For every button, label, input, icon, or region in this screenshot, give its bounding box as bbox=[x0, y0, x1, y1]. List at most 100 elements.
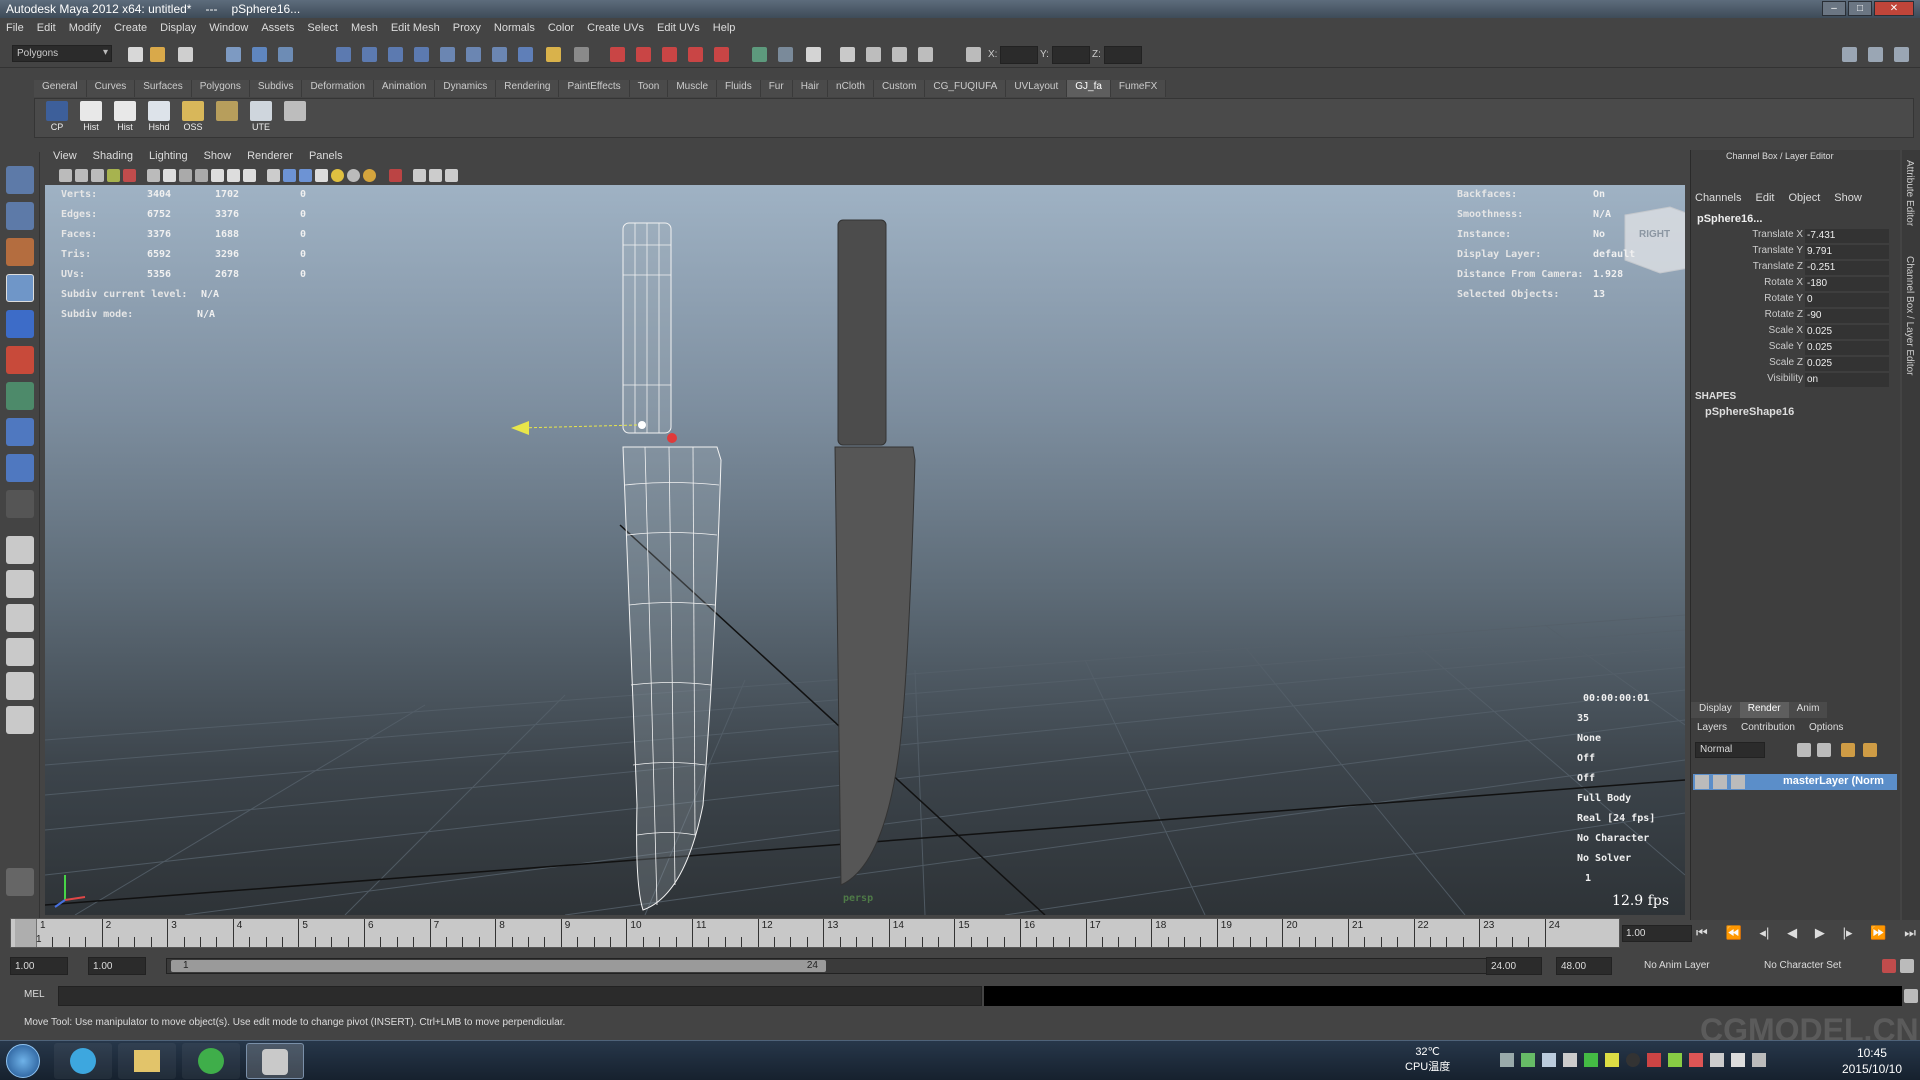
contribution-menu[interactable]: Contribution bbox=[1741, 722, 1795, 733]
step-back-key-icon[interactable]: ◂| bbox=[1759, 925, 1769, 943]
viewport-menu-panels[interactable]: Panels bbox=[309, 150, 343, 166]
blend-mode-select[interactable]: Normal bbox=[1695, 742, 1765, 758]
menu-display[interactable]: Display bbox=[160, 22, 196, 34]
snap-point-icon[interactable] bbox=[388, 47, 403, 62]
channels-show-menu[interactable]: Show bbox=[1834, 192, 1862, 204]
range-bar[interactable]: 1 24 bbox=[166, 958, 1492, 974]
layer-tab-render[interactable]: Render bbox=[1739, 702, 1789, 718]
x-field[interactable] bbox=[1000, 46, 1038, 64]
step-forward-icon[interactable]: ⏩ bbox=[1870, 925, 1886, 943]
single-perspective-layout-icon[interactable] bbox=[6, 536, 34, 564]
shelf-tab[interactable]: CG_FUQIUFA bbox=[925, 80, 1007, 97]
viewport-menu-renderer[interactable]: Renderer bbox=[247, 150, 293, 166]
show-channel-box-toggle-icon[interactable] bbox=[1894, 47, 1909, 62]
menu-normals[interactable]: Normals bbox=[494, 22, 535, 34]
safe-title-icon[interactable] bbox=[243, 169, 256, 182]
shelf-button-uv[interactable] bbox=[281, 101, 309, 137]
grid-icon[interactable] bbox=[147, 169, 160, 182]
shelf-tab[interactable]: Polygons bbox=[191, 80, 250, 97]
camera-attributes-icon[interactable] bbox=[75, 169, 88, 182]
viewport-menu-show[interactable]: Show bbox=[204, 150, 232, 166]
channels-object-menu[interactable]: Object bbox=[1788, 192, 1820, 204]
field-chart-icon[interactable] bbox=[211, 169, 224, 182]
move-tool-icon[interactable] bbox=[6, 274, 34, 302]
layers-menu[interactable]: Layers bbox=[1697, 722, 1727, 733]
shelf-tab[interactable]: Toon bbox=[629, 80, 669, 97]
wireframe-on-shaded-icon[interactable] bbox=[299, 169, 312, 182]
go-to-start-icon[interactable]: ⏮ bbox=[1696, 925, 1708, 943]
start-button-icon[interactable] bbox=[6, 1044, 40, 1078]
render-view-icon[interactable] bbox=[714, 47, 729, 62]
qq-icon[interactable] bbox=[1626, 1053, 1640, 1067]
animation-start-field[interactable]: 1.00 bbox=[10, 957, 68, 975]
isolate-select-icon[interactable] bbox=[389, 169, 402, 182]
shelf-tab[interactable]: Custom bbox=[873, 80, 926, 97]
anim-layer-select[interactable]: No Anim Layer bbox=[1640, 957, 1740, 975]
play-backward-icon[interactable]: ◀ bbox=[1787, 925, 1797, 943]
scale-tool-icon[interactable] bbox=[6, 346, 34, 374]
maximize-button[interactable]: □ bbox=[1848, 1, 1872, 16]
render-layer-icon[interactable] bbox=[1841, 743, 1855, 757]
all-lights-icon[interactable] bbox=[347, 169, 360, 182]
shelf-tab[interactable]: Animation bbox=[373, 80, 436, 97]
paint-select-tool-icon[interactable] bbox=[6, 238, 34, 266]
snap-curve-icon[interactable] bbox=[362, 47, 377, 62]
make-live-icon[interactable] bbox=[440, 47, 455, 62]
viewport-menu-shading[interactable]: Shading bbox=[93, 150, 133, 166]
layer-tab-display[interactable]: Display bbox=[1691, 702, 1740, 718]
playback-end-field[interactable]: 24.00 bbox=[1486, 957, 1542, 975]
step-back-icon[interactable]: ⏪ bbox=[1725, 925, 1741, 943]
menu-edit-uvs[interactable]: Edit UVs bbox=[657, 22, 700, 34]
master-layer-row[interactable]: masterLayer (Norm bbox=[1693, 774, 1897, 790]
shadows-icon[interactable] bbox=[363, 169, 376, 182]
y-field[interactable] bbox=[1052, 46, 1090, 64]
sidebar-icon[interactable] bbox=[840, 47, 855, 62]
command-input[interactable] bbox=[58, 986, 982, 1006]
taskbar-maya-icon[interactable] bbox=[246, 1043, 304, 1079]
menu-edit[interactable]: Edit bbox=[37, 22, 56, 34]
shelf-tab[interactable]: General bbox=[34, 80, 87, 97]
script-editor-icon[interactable] bbox=[1904, 989, 1918, 1003]
flag-icon[interactable] bbox=[1752, 1053, 1766, 1067]
volume-icon[interactable] bbox=[1731, 1053, 1745, 1067]
shelf-tab[interactable]: UVLayout bbox=[1006, 80, 1068, 97]
render-settings-layer-icon[interactable] bbox=[1863, 743, 1877, 757]
channels-menu[interactable]: Channels bbox=[1695, 192, 1741, 204]
selected-object-name[interactable]: pSphere16... bbox=[1697, 213, 1762, 225]
four-view-layout-icon[interactable] bbox=[6, 570, 34, 598]
snap-grid-icon[interactable] bbox=[336, 47, 351, 62]
z-field[interactable] bbox=[1104, 46, 1142, 64]
taskbar-app-green-icon[interactable] bbox=[182, 1043, 240, 1079]
command-language-label[interactable]: MEL bbox=[24, 989, 45, 1000]
minimize-button[interactable]: – bbox=[1822, 1, 1846, 16]
viewport-menu-view[interactable]: View bbox=[53, 150, 77, 166]
brush-tool-icon[interactable] bbox=[6, 868, 34, 896]
taskbar-app-browser-icon[interactable] bbox=[54, 1043, 112, 1079]
menu-help[interactable]: Help bbox=[713, 22, 736, 34]
channel-translate-z[interactable]: Translate Z -0.251 bbox=[1691, 261, 1901, 276]
select-hierarchy-icon[interactable] bbox=[226, 47, 241, 62]
soft-modification-icon[interactable] bbox=[6, 418, 34, 446]
xray-icon[interactable] bbox=[413, 169, 426, 182]
show-tool-settings-toggle-icon[interactable] bbox=[1868, 47, 1883, 62]
tray-app-icon[interactable] bbox=[1668, 1053, 1682, 1067]
shelf-button-ute[interactable]: UTE bbox=[247, 101, 275, 137]
tray-app-icon[interactable] bbox=[1563, 1053, 1577, 1067]
shelf-tab[interactable]: Deformation bbox=[302, 80, 374, 97]
open-scene-icon[interactable] bbox=[150, 47, 165, 62]
network-icon[interactable] bbox=[1710, 1053, 1724, 1067]
time-slider[interactable]: 1 2 3 4 5 6 7 8 9 10 11 12 13 14 15 16 17 18 19 20 21 22 23 24 … bbox=[10, 918, 1620, 948]
construction-history-icon[interactable] bbox=[574, 47, 589, 62]
channel-rotate-z[interactable]: Rotate Z -90 bbox=[1691, 309, 1901, 324]
shelf-tab[interactable]: Fluids bbox=[717, 80, 761, 97]
input-output-icon[interactable] bbox=[492, 47, 507, 62]
snap-plane-icon[interactable] bbox=[414, 47, 429, 62]
camera-lock-icon[interactable] bbox=[123, 169, 136, 182]
shelf-button-books[interactable] bbox=[213, 101, 241, 137]
playback-start-field[interactable]: 1.00 bbox=[88, 957, 146, 975]
close-button[interactable]: ✕ bbox=[1874, 1, 1914, 16]
channel-scale-z[interactable]: Scale Z 0.025 bbox=[1691, 357, 1901, 372]
shelf-button-cp[interactable]: CP bbox=[43, 101, 71, 137]
layer-tab-anim[interactable]: Anim bbox=[1788, 702, 1828, 718]
last-tool-icon[interactable] bbox=[6, 490, 34, 518]
